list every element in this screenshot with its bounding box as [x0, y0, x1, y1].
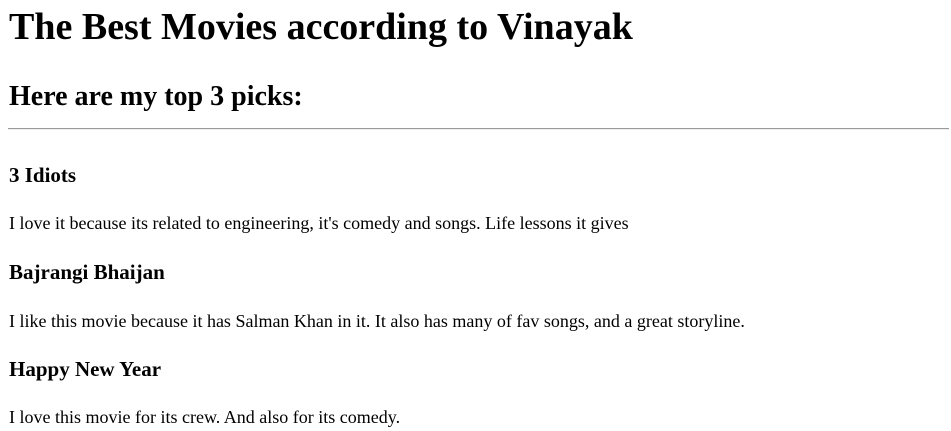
movie-description-3-idiots: I love it because its related to enginee…	[9, 213, 629, 233]
movie-title-3-idiots: 3 Idiots	[9, 163, 77, 187]
page-title: The Best Movies according to Vinayak	[9, 6, 633, 48]
movie-title-happy-new-year: Happy New Year	[9, 357, 162, 381]
movie-title-bajrangi-bhaijan: Bajrangi Bhaijan	[9, 260, 165, 284]
page-subtitle: Here are my top 3 picks:	[9, 81, 303, 112]
movie-description-bajrangi-bhaijan: I like this movie because it has Salman …	[9, 311, 745, 331]
divider	[8, 128, 949, 130]
movie-description-happy-new-year: I love this movie for its crew. And also…	[9, 407, 401, 427]
